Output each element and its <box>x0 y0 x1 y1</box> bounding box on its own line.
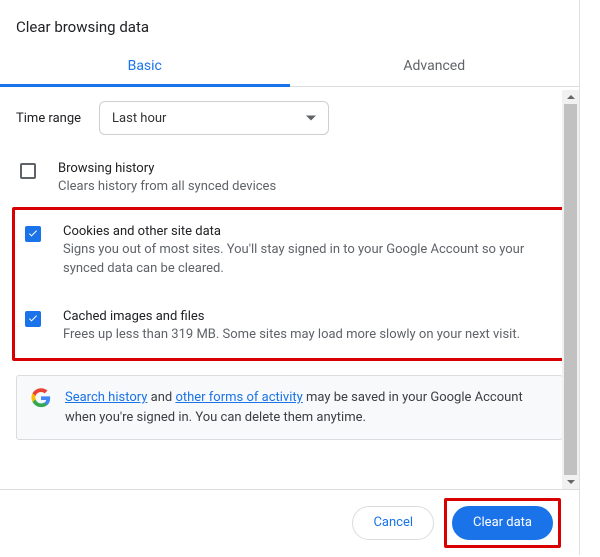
scrollbar-thumb[interactable] <box>564 104 577 475</box>
tab-advanced[interactable]: Advanced <box>290 48 580 86</box>
link-other-activity[interactable]: other forms of activity <box>175 390 302 405</box>
checkbox-cookies[interactable] <box>25 226 41 242</box>
option-title: Cookies and other site data <box>63 224 554 239</box>
google-account-info: Search history and other forms of activi… <box>16 375 563 440</box>
option-cookies: Cookies and other site data Signs you ou… <box>21 218 558 285</box>
time-range-label: Time range <box>16 111 81 126</box>
checkbox-browsing-history[interactable] <box>20 163 36 179</box>
option-title: Cached images and files <box>63 309 520 324</box>
time-range-value: Last hour <box>112 111 166 126</box>
link-search-history[interactable]: Search history <box>65 390 147 405</box>
time-range-row: Time range Last hour <box>16 101 563 135</box>
option-title: Browsing history <box>58 161 276 176</box>
dialog-title: Clear browsing data <box>0 0 579 48</box>
info-text: Search history and other forms of activi… <box>65 388 548 427</box>
option-browsing-history: Browsing history Clears history from all… <box>16 155 563 203</box>
option-desc: Signs you out of most sites. You'll stay… <box>63 241 554 279</box>
clear-data-button[interactable]: Clear data <box>452 506 553 540</box>
scroll-up-arrow-icon[interactable] <box>562 90 579 104</box>
option-cache: Cached images and files Frees up less th… <box>21 303 558 351</box>
tab-bar: Basic Advanced <box>0 48 579 87</box>
highlight-clear-button: Clear data <box>444 498 561 548</box>
clear-browsing-data-dialog: Clear browsing data Basic Advanced Time … <box>0 0 580 555</box>
scroll-down-arrow-icon[interactable] <box>562 475 579 489</box>
cancel-button[interactable]: Cancel <box>352 506 434 540</box>
vertical-scrollbar[interactable] <box>562 90 579 489</box>
option-desc: Frees up less than 319 MB. Some sites ma… <box>63 326 520 345</box>
chevron-down-icon <box>306 116 316 121</box>
dialog-body: Time range Last hour Browsing history Cl… <box>0 87 579 475</box>
dialog-footer: Cancel Clear data <box>0 489 579 555</box>
highlight-group: Cookies and other site data Signs you ou… <box>12 207 567 362</box>
time-range-select[interactable]: Last hour <box>99 101 329 135</box>
google-logo-icon <box>31 388 51 408</box>
tab-basic[interactable]: Basic <box>0 48 290 86</box>
checkbox-cache[interactable] <box>25 311 41 327</box>
option-desc: Clears history from all synced devices <box>58 178 276 197</box>
